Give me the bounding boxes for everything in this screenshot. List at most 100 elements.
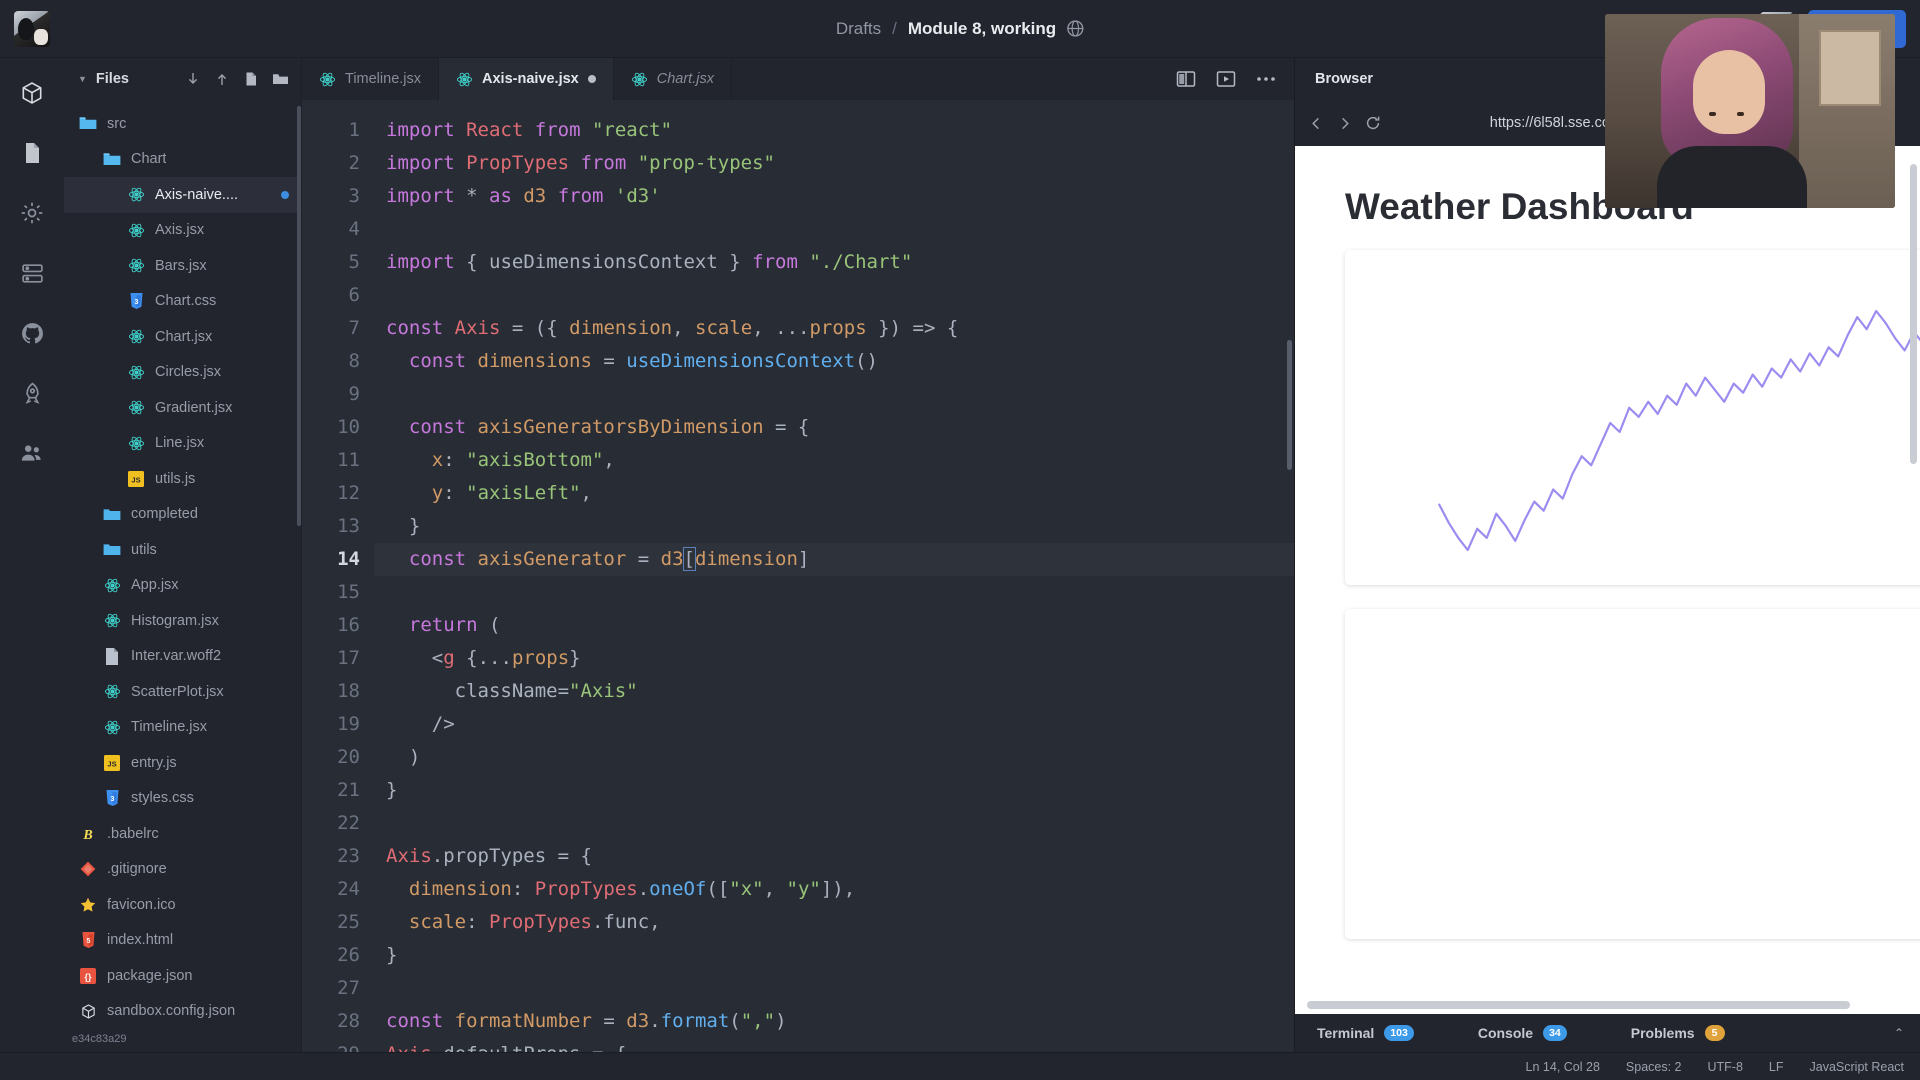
files-icon[interactable] (15, 136, 49, 170)
file-tree-item[interactable]: favicon.ico (64, 887, 301, 923)
status-cursor-position[interactable]: Ln 14, Col 28 (1526, 1060, 1600, 1074)
file-tree-item[interactable]: ScatterPlot.jsx (64, 674, 301, 710)
file-tree-item[interactable]: completed (64, 497, 301, 533)
new-folder-icon[interactable] (272, 72, 289, 86)
split-editor-icon[interactable] (1176, 70, 1196, 88)
file-tree-item[interactable]: Chart (64, 142, 301, 178)
new-file-icon[interactable] (243, 71, 259, 87)
file-tree-item[interactable]: 5 index.html (64, 923, 301, 959)
file-tree-item[interactable]: Line.jsx (64, 426, 301, 462)
panel-tab[interactable]: Problems 5 (1631, 1025, 1725, 1041)
code-line[interactable] (374, 972, 1294, 1005)
code-line[interactable]: return ( (374, 609, 1294, 642)
file-tree-item[interactable]: Axis.jsx (64, 213, 301, 249)
editor-tab[interactable]: Chart.jsx (614, 58, 732, 100)
preview-horizontal-scrollbar[interactable] (1307, 1001, 1850, 1009)
file-tree-item[interactable]: 3 Chart.css (64, 284, 301, 320)
code-line[interactable]: import * as d3 from 'd3' (374, 180, 1294, 213)
file-tree-item[interactable]: JS utils.js (64, 461, 301, 497)
code-area[interactable]: 1 2 3 4 5 6 7 8 9 10 11 12 13 14 15 16 17 18 19 20 21 22 23 24 2… (302, 100, 1294, 1052)
code-viewport[interactable]: 1 2 3 4 5 6 7 8 9 10 11 12 13 14 15 16 17 18 19 20 21 22 23 24 2… (302, 100, 1294, 1052)
code-line[interactable]: <g {...props} (374, 642, 1294, 675)
chevron-left-icon[interactable] (1309, 116, 1324, 131)
editor-scrollbar[interactable] (1287, 340, 1292, 470)
code-line[interactable] (374, 213, 1294, 246)
code-line[interactable]: import React from "react" (374, 114, 1294, 147)
chevron-right-icon[interactable] (1337, 116, 1352, 131)
people-icon[interactable] (15, 436, 49, 470)
refresh-icon[interactable] (1365, 115, 1381, 131)
code-line[interactable]: y: "axisLeft", (374, 477, 1294, 510)
page-title[interactable]: Module 8, working (908, 19, 1056, 39)
file-tree-item[interactable]: Timeline.jsx (64, 710, 301, 746)
file-tree-item[interactable]: Bars.jsx (64, 248, 301, 284)
rocket-icon[interactable] (15, 376, 49, 410)
code-line[interactable]: const axisGenerator = d3[dimension] (374, 543, 1294, 576)
panel-tab[interactable]: Terminal 103 (1317, 1025, 1414, 1041)
file-tree-list[interactable]: src Chart Axis-naive.... Axis.jsx Bars.jsx 3 C… (64, 100, 301, 1026)
editor-tab[interactable]: Axis-naive.jsx (439, 58, 614, 100)
server-icon[interactable] (15, 256, 49, 290)
file-tree-item[interactable]: Inter.var.woff2 (64, 639, 301, 675)
preview-icon[interactable] (1216, 70, 1236, 88)
code-line[interactable]: ) (374, 741, 1294, 774)
code-line[interactable]: dimension: PropTypes.oneOf(["x", "y"]), (374, 873, 1294, 906)
code-line[interactable]: import PropTypes from "prop-types" (374, 147, 1294, 180)
code-line[interactable]: scale: PropTypes.func, (374, 906, 1294, 939)
code-line[interactable]: x: "axisBottom", (374, 444, 1294, 477)
code-lines[interactable]: import React from "react" import PropType… (374, 100, 1294, 1052)
status-eol[interactable]: LF (1769, 1060, 1784, 1074)
file-tree-item[interactable]: {} package.json (64, 958, 301, 994)
more-options-icon[interactable] (1256, 76, 1276, 82)
sandbox-icon[interactable] (15, 76, 49, 110)
code-line[interactable]: } (374, 774, 1294, 807)
code-line[interactable]: const axisGeneratorsByDimension = { (374, 411, 1294, 444)
file-tree-item[interactable]: Gradient.jsx (64, 390, 301, 426)
status-indentation[interactable]: Spaces: 2 (1626, 1060, 1682, 1074)
code-line[interactable] (374, 807, 1294, 840)
code-line[interactable]: const Axis = ({ dimension, scale, ...pro… (374, 312, 1294, 345)
file-tree-item[interactable]: sandbox.config.json (64, 994, 301, 1027)
download-icon[interactable] (185, 71, 201, 87)
preview-vertical-scrollbar[interactable] (1910, 164, 1917, 464)
upload-icon[interactable] (214, 71, 230, 87)
file-tree-item[interactable]: 3 styles.css (64, 781, 301, 817)
file-tree-item[interactable]: Histogram.jsx (64, 603, 301, 639)
code-line[interactable] (374, 378, 1294, 411)
code-line[interactable]: Axis.propTypes = { (374, 840, 1294, 873)
file-tree-item[interactable]: B .babelrc (64, 816, 301, 852)
code-line[interactable]: } (374, 939, 1294, 972)
code-line[interactable] (374, 576, 1294, 609)
code-line[interactable]: const formatNumber = d3.format(",") (374, 1005, 1294, 1038)
chevron-up-icon[interactable]: ⌃ (1894, 1026, 1904, 1040)
file-tree-item[interactable]: src (64, 106, 301, 142)
file-tree-item[interactable]: JS entry.js (64, 745, 301, 781)
avatar-dog-icon[interactable] (14, 10, 50, 47)
breadcrumb-parent[interactable]: Drafts (836, 19, 881, 39)
file-tree-item[interactable]: .gitignore (64, 852, 301, 888)
gear-icon[interactable] (15, 196, 49, 230)
file-tree-item[interactable]: Axis-naive.... (64, 177, 301, 213)
browser-viewport[interactable]: Weather Dashboard (1295, 146, 1920, 1014)
status-language-mode[interactable]: JavaScript React (1810, 1060, 1904, 1074)
file-tree-item[interactable]: utils (64, 532, 301, 568)
code-line[interactable]: className="Axis" (374, 675, 1294, 708)
github-icon[interactable] (15, 316, 49, 350)
status-encoding[interactable]: UTF-8 (1708, 1060, 1743, 1074)
file-tree-scrollbar[interactable] (297, 106, 301, 526)
unsaved-indicator[interactable] (587, 75, 596, 83)
chevron-down-icon[interactable]: ▼ (78, 74, 87, 84)
globe-icon[interactable] (1067, 20, 1084, 37)
webcam-overlay[interactable] (1605, 14, 1895, 208)
editor-tab[interactable]: Timeline.jsx (302, 58, 440, 100)
file-tree-item[interactable]: Circles.jsx (64, 355, 301, 391)
code-line[interactable]: const dimensions = useDimensionsContext(… (374, 345, 1294, 378)
code-line[interactable]: } (374, 510, 1294, 543)
code-line[interactable]: import { useDimensionsContext } from "./… (374, 246, 1294, 279)
code-line[interactable]: Axis.defaultProps = { (374, 1038, 1294, 1052)
panel-tab[interactable]: Console 34 (1478, 1025, 1567, 1041)
code-line[interactable] (374, 279, 1294, 312)
file-tree-item[interactable]: App.jsx (64, 568, 301, 604)
file-tree-item[interactable]: Chart.jsx (64, 319, 301, 355)
code-line[interactable]: /> (374, 708, 1294, 741)
